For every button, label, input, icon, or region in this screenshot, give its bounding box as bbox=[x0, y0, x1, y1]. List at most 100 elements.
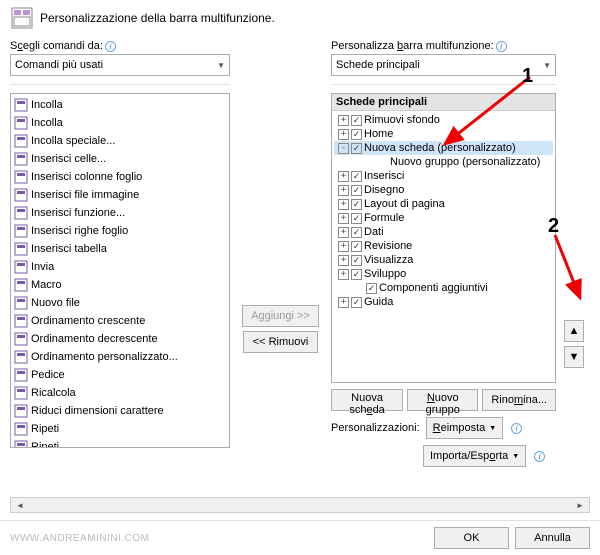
tree-item[interactable]: + Dati bbox=[334, 225, 553, 239]
list-item-label: Nuovo file bbox=[31, 297, 80, 309]
expand-toggle-icon[interactable]: + bbox=[338, 185, 349, 196]
expand-toggle-icon[interactable]: + bbox=[338, 297, 349, 308]
list-item[interactable]: Ordinamento crescente bbox=[13, 312, 227, 330]
list-item[interactable]: Ordinamento personalizzato... bbox=[13, 348, 227, 366]
list-item[interactable]: Incolla bbox=[13, 96, 227, 114]
reset-dropdown-button[interactable]: Reimposta▼ bbox=[426, 417, 504, 439]
tree-item-label: Dati bbox=[364, 226, 384, 238]
customize-ribbon-label: Personalizza barra multifunzione:i bbox=[331, 40, 556, 52]
reorder-buttons-column: ▲ ▼ bbox=[564, 40, 588, 467]
commands-column: Scegli comandi da:i Comandi più usati ▼ … bbox=[10, 40, 230, 467]
list-item[interactable]: Macro bbox=[13, 276, 227, 294]
scroll-right-icon[interactable]: ► bbox=[573, 498, 587, 512]
tree-item[interactable]: +Guida bbox=[334, 295, 553, 309]
tree-item[interactable]: +Formule bbox=[334, 211, 553, 225]
ribbon-tree[interactable]: Schede principali +Rimuovi sfondo+Home-N… bbox=[331, 93, 556, 383]
tree-item[interactable]: +Revisione bbox=[334, 239, 553, 253]
command-icon bbox=[13, 295, 29, 311]
command-icon bbox=[13, 169, 29, 185]
list-item[interactable]: Incolla speciale... bbox=[13, 132, 227, 150]
expand-toggle-icon[interactable]: + bbox=[338, 227, 349, 238]
tree-item[interactable]: +Home bbox=[334, 127, 553, 141]
command-icon bbox=[13, 223, 29, 239]
dialog-title: Personalizzazione della barra multifunzi… bbox=[40, 11, 275, 25]
list-item[interactable]: Ripeti bbox=[13, 438, 227, 447]
checkbox[interactable] bbox=[351, 255, 362, 266]
checkbox[interactable] bbox=[351, 143, 362, 154]
tree-item-label: Layout di pagina bbox=[364, 198, 445, 210]
remove-button[interactable]: << Rimuovi bbox=[243, 331, 318, 353]
expand-toggle-icon[interactable]: + bbox=[338, 171, 349, 182]
list-item[interactable]: Invia bbox=[13, 258, 227, 276]
info-icon[interactable]: i bbox=[511, 423, 522, 434]
info-icon[interactable]: i bbox=[105, 41, 116, 52]
list-item-label: Pedice bbox=[31, 369, 65, 381]
expand-toggle-icon[interactable]: + bbox=[338, 115, 349, 126]
tree-item[interactable]: +Visualizza bbox=[334, 253, 553, 267]
expand-toggle-icon[interactable]: - bbox=[338, 143, 349, 154]
list-item[interactable]: Ordinamento decrescente bbox=[13, 330, 227, 348]
tab-buttons-row: Nuova scheda Nuovo gruppo Rinomina... bbox=[331, 389, 556, 411]
checkbox[interactable] bbox=[351, 199, 362, 210]
import-export-row: Importa/Esporta▼ i bbox=[331, 445, 556, 467]
expand-toggle-icon[interactable]: + bbox=[338, 213, 349, 224]
checkbox[interactable] bbox=[366, 283, 377, 294]
checkbox[interactable] bbox=[351, 171, 362, 182]
move-up-button[interactable]: ▲ bbox=[564, 320, 584, 342]
command-icon bbox=[13, 115, 29, 131]
tree-item[interactable]: - Nuova scheda (personalizzato) bbox=[334, 141, 553, 155]
expand-toggle-icon[interactable]: + bbox=[338, 129, 349, 140]
cancel-button[interactable]: Annulla bbox=[515, 527, 590, 549]
expand-toggle-icon[interactable]: + bbox=[338, 241, 349, 252]
tree-item[interactable]: Componenti aggiuntivi bbox=[334, 281, 553, 295]
list-item[interactable]: Riduci dimensioni carattere bbox=[13, 402, 227, 420]
ribbon-settings-icon bbox=[10, 6, 34, 30]
command-icon bbox=[13, 439, 29, 447]
move-down-button[interactable]: ▼ bbox=[564, 346, 584, 368]
checkbox[interactable] bbox=[351, 241, 362, 252]
checkbox[interactable] bbox=[351, 115, 362, 126]
tree-item-label: Inserisci bbox=[364, 170, 404, 182]
list-item[interactable]: Inserisci colonne foglio bbox=[13, 168, 227, 186]
tree-item[interactable]: + Inserisci bbox=[334, 169, 553, 183]
list-item[interactable]: Inserisci tabella bbox=[13, 240, 227, 258]
horizontal-scrollbar[interactable]: ◄ ► bbox=[10, 497, 590, 513]
checkbox[interactable] bbox=[351, 269, 362, 280]
list-item[interactable]: Inserisci righe foglio bbox=[13, 222, 227, 240]
checkbox[interactable] bbox=[351, 213, 362, 224]
info-icon[interactable]: i bbox=[496, 41, 507, 52]
tree-item[interactable]: +Sviluppo bbox=[334, 267, 553, 281]
expand-toggle-icon[interactable]: + bbox=[338, 199, 349, 210]
rename-button[interactable]: Rinomina... bbox=[482, 389, 556, 411]
checkbox[interactable] bbox=[351, 297, 362, 308]
scroll-left-icon[interactable]: ◄ bbox=[13, 498, 27, 512]
checkbox[interactable] bbox=[351, 129, 362, 140]
list-item[interactable]: Pedice bbox=[13, 366, 227, 384]
dialog-header: Personalizzazione della barra multifunzi… bbox=[10, 6, 590, 40]
tree-item[interactable]: Nuovo gruppo (personalizzato) bbox=[334, 155, 553, 169]
tree-item[interactable]: +Disegno bbox=[334, 183, 553, 197]
list-item[interactable]: Ricalcola bbox=[13, 384, 227, 402]
tree-item-label: Nuova scheda (personalizzato) bbox=[364, 142, 516, 154]
checkbox[interactable] bbox=[351, 227, 362, 238]
list-item[interactable]: Incolla bbox=[13, 114, 227, 132]
new-tab-button[interactable]: Nuova scheda bbox=[331, 389, 403, 411]
add-button[interactable]: Aggiungi >> bbox=[242, 305, 319, 327]
list-item[interactable]: Inserisci file immagine bbox=[13, 186, 227, 204]
commands-listbox[interactable]: IncollaIncollaIncolla speciale...Inseris… bbox=[10, 93, 230, 448]
info-icon[interactable]: i bbox=[534, 451, 545, 462]
list-item[interactable]: Inserisci funzione... bbox=[13, 204, 227, 222]
list-item[interactable]: Nuovo file bbox=[13, 294, 227, 312]
tree-item[interactable]: +Rimuovi sfondo bbox=[334, 113, 553, 127]
checkbox[interactable] bbox=[351, 185, 362, 196]
expand-toggle-icon[interactable]: + bbox=[338, 255, 349, 266]
choose-commands-dropdown[interactable]: Comandi più usati ▼ bbox=[10, 54, 230, 76]
import-export-dropdown-button[interactable]: Importa/Esporta▼ bbox=[423, 445, 526, 467]
ok-button[interactable]: OK bbox=[434, 527, 509, 549]
expand-toggle-icon[interactable]: + bbox=[338, 269, 349, 280]
tree-item[interactable]: + Layout di pagina bbox=[334, 197, 553, 211]
command-icon bbox=[13, 403, 29, 419]
new-group-button[interactable]: Nuovo gruppo bbox=[407, 389, 478, 411]
list-item[interactable]: Inserisci celle... bbox=[13, 150, 227, 168]
list-item[interactable]: Ripeti bbox=[13, 420, 227, 438]
